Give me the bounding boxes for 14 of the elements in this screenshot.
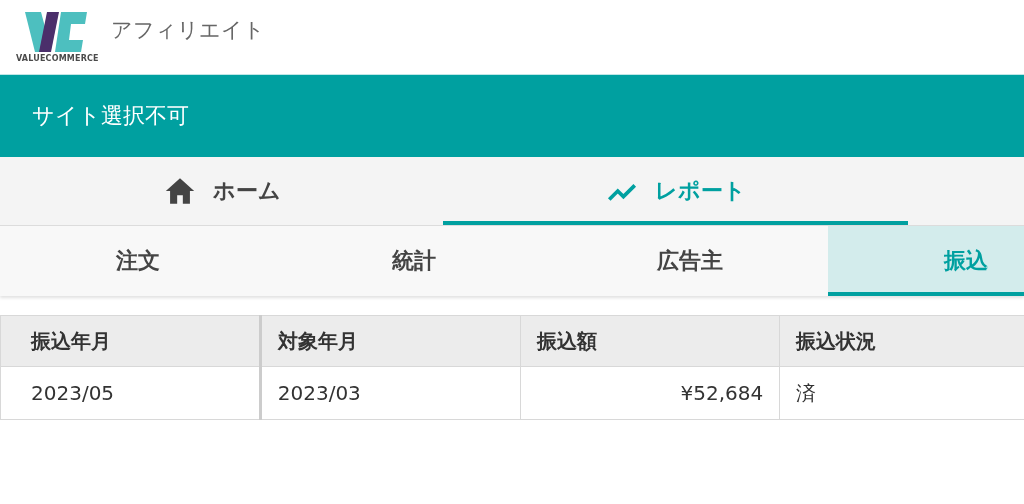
logo-wordmark: VALUECOMMERCE	[16, 53, 99, 63]
column-header: 振込額	[520, 315, 780, 367]
table-cell: 2023/03	[260, 366, 520, 420]
column-header: 対象年月	[260, 315, 520, 367]
app-title: アフィリエイト	[110, 17, 265, 44]
column-header: 振込状況	[779, 315, 1024, 367]
sub-tab[interactable]: 統計	[276, 226, 552, 296]
table-cell: 2023/05	[0, 366, 261, 420]
sub-tab[interactable]: 注文	[0, 226, 276, 296]
logo-icon	[25, 11, 90, 52]
column-header: 振込年月	[0, 315, 261, 367]
nav-tab[interactable]: ホーム	[0, 157, 443, 225]
sub-tab[interactable]: 広告主	[552, 226, 828, 296]
table-cell: ¥52,684	[520, 366, 780, 420]
